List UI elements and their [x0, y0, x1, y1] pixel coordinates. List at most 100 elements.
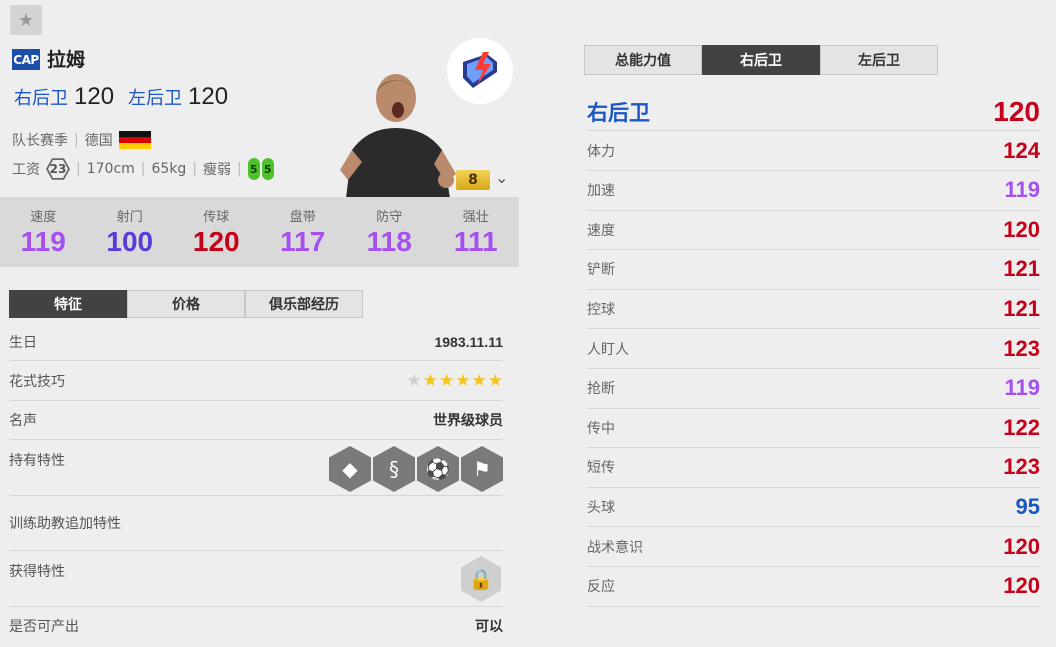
star-icon: ★ [487, 370, 503, 391]
summary-stat: 防守 118 [346, 197, 433, 267]
lock-icon[interactable]: 🔒 [461, 556, 501, 602]
position-detail-title: 右后卫 [587, 101, 650, 125]
attribute-row: 控球 121 [587, 289, 1040, 330]
attribute-row: 抢断 119 [587, 369, 1040, 409]
position-name: 左后卫 [128, 88, 183, 109]
position-name: 右后卫 [14, 88, 68, 109]
producible-row: 是否可产出 可以 [9, 607, 503, 645]
acquired-traits-row: 获得特性 🔒 [9, 551, 503, 607]
divider: | [192, 161, 198, 177]
ball-control-trait-icon[interactable]: ⚽ [417, 446, 459, 492]
tab-club-history[interactable]: 俱乐部经历 [245, 290, 363, 318]
star-icon: ★ [471, 370, 487, 391]
attribute-name: 反应 [587, 579, 615, 596]
attribute-value: 121 [1003, 295, 1040, 321]
favorite-star-button[interactable]: ★ [10, 5, 42, 35]
divider: | [140, 161, 146, 177]
summary-stat: 盘带 117 [260, 197, 347, 267]
nation-name: 德国 [84, 133, 113, 149]
attribute-name: 人盯人 [587, 341, 629, 358]
traits-row: 持有特性 ◆ § ⚽ ⚑ [9, 440, 503, 496]
birthday-value: 1983.11.11 [434, 333, 503, 350]
attribute-name: 加速 [587, 183, 615, 200]
attribute-name: 战术意识 [587, 539, 643, 556]
attribute-value: 120 [1003, 533, 1040, 559]
stat-label: 传球 [203, 210, 230, 225]
position-ratings: 右后卫 120 左后卫 120 [14, 83, 236, 111]
left-tabs: 特征 价格 俱乐部经历 [9, 290, 363, 318]
upgrade-level-badge[interactable]: 8 [456, 170, 490, 190]
skill-stars: ★ ★ ★ ★ ★ ★ [407, 371, 504, 391]
weak-foot-icon: 5 5 [247, 158, 274, 180]
tab-traits[interactable]: 特征 [9, 290, 127, 318]
fame-value: 世界级球员 [433, 413, 503, 429]
stat-label: 盘带 [289, 210, 316, 225]
player-physical-line: 工资 23 | 170cm | 65kg | 瘦弱 | 5 5 [12, 157, 274, 181]
stat-label: 强壮 [462, 210, 489, 225]
season-name: 队长赛季 [12, 133, 68, 149]
right-foot-rating: 5 [261, 158, 274, 180]
fame-label: 名声 [9, 413, 37, 429]
chevron-down-icon[interactable]: ⌄ [495, 168, 508, 187]
attribute-value: 120 [1003, 216, 1040, 242]
attribute-value: 95 [1015, 493, 1040, 519]
left-foot-rating: 5 [247, 158, 260, 180]
summary-stat: 传球 120 [173, 197, 260, 267]
attribute-row: 反应 120 [587, 567, 1040, 607]
flag-ball-trait-icon[interactable]: ⚑ [461, 446, 503, 492]
team-logo [447, 38, 513, 104]
attribute-name: 体力 [587, 143, 615, 160]
tab-left-back[interactable]: 左后卫 [820, 45, 938, 75]
salary-label: 工资 [12, 162, 40, 178]
tab-overall[interactable]: 总能力值 [584, 45, 702, 75]
player-info-line: 队长赛季 | 德国 [12, 130, 151, 150]
coach-traits-row: 训练助教追加特性 [9, 496, 503, 551]
trait-icons: ◆ § ⚽ ⚑ [329, 446, 503, 495]
stat-label: 防守 [376, 210, 403, 225]
tab-price[interactable]: 价格 [127, 290, 245, 318]
producible-label: 是否可产出 [9, 619, 79, 635]
attribute-value: 123 [1003, 454, 1040, 480]
body-type: 瘦弱 [203, 162, 232, 178]
stat-value: 111 [453, 226, 498, 257]
attribute-name: 铲断 [587, 262, 615, 279]
birthday-row: 生日 1983.11.11 [9, 323, 503, 361]
summary-stat: 射门 100 [87, 197, 174, 267]
attribute-name: 传中 [587, 420, 615, 437]
summary-stat: 强壮 111 [433, 197, 520, 267]
coach-traits-label: 训练助教追加特性 [9, 516, 121, 532]
attribute-value: 122 [1003, 414, 1040, 440]
snake-trait-icon[interactable]: § [373, 446, 415, 492]
star-icon: ★ [455, 370, 471, 391]
fame-row: 名声 世界级球员 [9, 401, 503, 440]
attribute-value: 119 [1004, 177, 1041, 203]
diamond-trait-icon[interactable]: ◆ [329, 446, 371, 492]
season-badge: CAP [12, 49, 40, 70]
star-icon: ★ [406, 370, 422, 391]
right-tabs: 总能力值 右后卫 左后卫 [584, 45, 938, 75]
producible-value: 可以 [475, 619, 503, 635]
traits-label: 持有特性 [9, 453, 65, 469]
stat-value: 119 [20, 226, 66, 257]
attribute-value: 119 [1004, 375, 1041, 401]
skill-row: 花式技巧 ★ ★ ★ ★ ★ ★ [9, 361, 503, 401]
player-photo [338, 70, 458, 198]
attribute-row: 速度 120 [587, 210, 1040, 251]
position-detail-value: 120 [993, 96, 1040, 127]
stat-value: 118 [366, 226, 412, 257]
attribute-value: 120 [1003, 573, 1040, 599]
attribute-value: 124 [1003, 137, 1040, 163]
attribute-value: 121 [1003, 256, 1040, 282]
attribute-row: 体力 124 [587, 131, 1040, 171]
divider: | [74, 132, 79, 148]
star-icon: ★ [422, 370, 438, 391]
position-rating: 120 [188, 83, 229, 110]
attribute-row: 传中 122 [587, 408, 1040, 449]
tab-right-back[interactable]: 右后卫 [702, 45, 820, 75]
attribute-row: 加速 119 [587, 171, 1040, 211]
attribute-row: 战术意识 120 [587, 527, 1040, 567]
stat-label: 射门 [116, 210, 143, 225]
skill-label: 花式技巧 [9, 373, 65, 390]
attribute-name: 头球 [587, 499, 615, 516]
summary-stat: 速度 119 [0, 197, 87, 267]
